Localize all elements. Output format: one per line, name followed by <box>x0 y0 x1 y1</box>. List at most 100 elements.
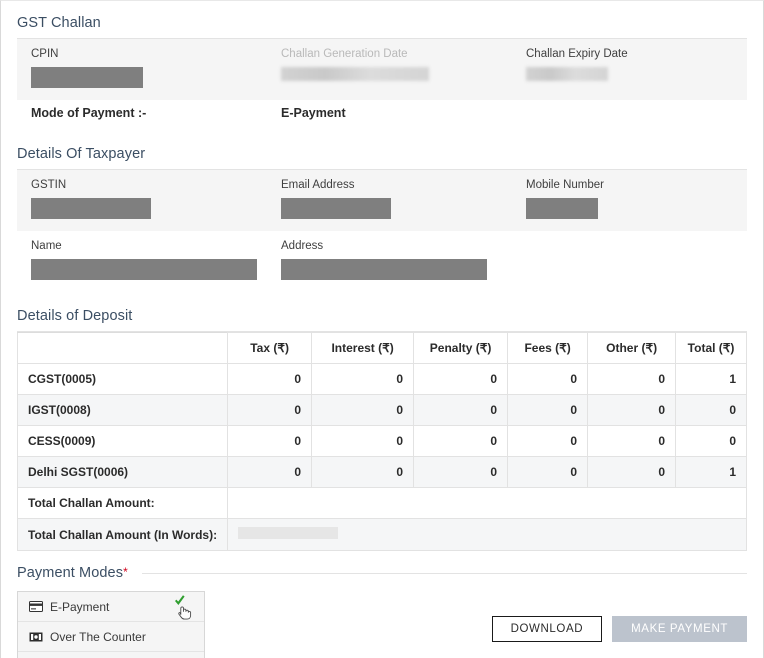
field-name: Name <box>17 240 267 280</box>
deposit-table: Tax (₹) Interest (₹) Penalty (₹) Fees (₹… <box>16 332 747 551</box>
credit-card-icon <box>28 601 43 613</box>
email-address-label: Email Address <box>281 179 355 191</box>
payment-mode-label: E-Payment <box>50 599 110 614</box>
total-challan-amount-words-label: Total Challan Amount (In Words): <box>16 518 229 551</box>
required-marker: * <box>123 565 128 579</box>
cell-cgst-total: 1 <box>675 363 747 395</box>
taxpayer-section-title: Details Of Taxpayer <box>17 132 747 170</box>
field-generation-date: Challan Generation Date <box>267 48 512 88</box>
row-label-cess: CESS(0009) <box>16 425 229 457</box>
payment-mode-neft-rtgs[interactable]: NEFT/RTGS <box>18 652 204 658</box>
field-expiry-date: Challan Expiry Date <box>512 48 628 88</box>
cell-igst-penalty: 0 <box>413 394 509 426</box>
cell-cess-tax: 0 <box>227 425 313 457</box>
table-row: IGST(0008) 0 0 0 0 0 0 <box>16 394 747 426</box>
table-row: CESS(0009) 0 0 0 0 0 0 <box>16 425 747 457</box>
cell-cess-other: 0 <box>587 425 677 457</box>
make-payment-button[interactable]: MAKE PAYMENT <box>612 616 747 642</box>
cell-igst-tax: 0 <box>227 394 313 426</box>
taxpayer-secondary-panel: Name Address <box>17 231 747 294</box>
cell-cgst-other: 0 <box>587 363 677 395</box>
table-header-row: Tax (₹) Interest (₹) Penalty (₹) Fees (₹… <box>16 332 747 364</box>
field-address: Address <box>267 240 487 280</box>
cell-cgst-interest: 0 <box>311 363 415 395</box>
cell-igst-other: 0 <box>587 394 677 426</box>
challan-generation-date-label: Challan Generation Date <box>281 48 408 60</box>
cell-delhi-sgst-other: 0 <box>587 456 677 488</box>
cpin-value-redacted <box>31 67 143 88</box>
selected-check-cursor <box>172 594 198 620</box>
cell-delhi-sgst-penalty: 0 <box>413 456 509 488</box>
table-row: CGST(0005) 0 0 0 0 0 1 <box>16 363 747 395</box>
words-value-redacted <box>238 527 339 539</box>
email-address-value-redacted <box>281 198 391 219</box>
name-label: Name <box>31 240 62 252</box>
gst-challan-page: GST Challan CPIN Challan Generation Date… <box>0 0 764 658</box>
total-challan-amount-value <box>227 487 747 519</box>
row-label-igst: IGST(0008) <box>16 394 229 426</box>
total-challan-amount-words-value <box>227 518 747 551</box>
field-cpin: CPIN <box>17 48 267 88</box>
column-header-fees: Fees (₹) <box>507 332 589 364</box>
gstin-value-redacted <box>31 198 151 219</box>
name-value-redacted <box>31 259 257 280</box>
mode-of-payment-label: Mode of Payment :- <box>31 106 147 120</box>
column-header-interest: Interest (₹) <box>311 332 415 364</box>
column-header-other: Other (₹) <box>587 332 677 364</box>
payment-mode-label: Over The Counter <box>50 629 146 644</box>
cpin-label: CPIN <box>31 48 59 60</box>
cell-cgst-fees: 0 <box>507 363 589 395</box>
mode-of-payment-row: Mode of Payment :- E-Payment <box>17 100 747 132</box>
field-mobile-number: Mobile Number <box>512 179 604 219</box>
challan-expiry-date-label: Challan Expiry Date <box>526 48 628 60</box>
column-header-penalty: Penalty (₹) <box>413 332 509 364</box>
column-header-blank <box>16 332 229 364</box>
payment-modes-title: Payment Modes* <box>17 565 128 581</box>
payment-modes-label: Payment Modes <box>17 565 124 581</box>
challan-generation-date-value-redacted <box>281 67 429 81</box>
cell-igst-total: 0 <box>675 394 747 426</box>
challan-expiry-date-value-redacted <box>526 67 608 81</box>
cell-cgst-tax: 0 <box>227 363 313 395</box>
cell-cess-total: 0 <box>675 425 747 457</box>
field-gstin: GSTIN <box>17 179 267 219</box>
download-button[interactable]: DOWNLOAD <box>491 616 603 642</box>
cell-cess-penalty: 0 <box>413 425 509 457</box>
mode-of-payment-value: E-Payment <box>281 106 346 120</box>
table-row: Delhi SGST(0006) 0 0 0 0 0 1 <box>16 456 747 488</box>
taxpayer-section: Details Of Taxpayer GSTIN Email Address … <box>1 132 763 294</box>
banknote-icon <box>28 631 43 643</box>
cell-delhi-sgst-total: 1 <box>675 456 747 488</box>
challan-info-panel: CPIN Challan Generation Date Challan Exp… <box>17 39 747 100</box>
deposit-section-title: Details of Deposit <box>17 294 747 332</box>
section-divider <box>141 572 747 574</box>
total-challan-amount-words-row: Total Challan Amount (In Words): <box>16 518 747 551</box>
action-buttons: DOWNLOAD MAKE PAYMENT <box>491 616 747 642</box>
address-label: Address <box>281 240 324 252</box>
challan-section: GST Challan CPIN Challan Generation Date… <box>1 1 763 132</box>
page-title: GST Challan <box>17 1 747 39</box>
payment-mode-e-payment[interactable]: E-Payment <box>18 592 204 622</box>
row-label-cgst: CGST(0005) <box>16 363 229 395</box>
cell-delhi-sgst-fees: 0 <box>507 456 589 488</box>
cell-cgst-penalty: 0 <box>413 363 509 395</box>
cell-cess-fees: 0 <box>507 425 589 457</box>
taxpayer-primary-panel: GSTIN Email Address Mobile Number <box>17 170 747 231</box>
cell-delhi-sgst-tax: 0 <box>227 456 313 488</box>
payment-mode-over-the-counter[interactable]: Over The Counter <box>18 622 204 652</box>
address-value-redacted <box>281 259 487 280</box>
cell-delhi-sgst-interest: 0 <box>311 456 415 488</box>
mobile-number-label: Mobile Number <box>526 179 604 191</box>
payment-modes-list[interactable]: E-Payment Over The Counter <box>17 591 205 658</box>
column-header-total: Total (₹) <box>675 332 747 364</box>
cell-igst-fees: 0 <box>507 394 589 426</box>
cell-igst-interest: 0 <box>311 394 415 426</box>
deposit-section: Details of Deposit Tax (₹) Interest (₹) … <box>1 294 763 551</box>
cell-cess-interest: 0 <box>311 425 415 457</box>
total-challan-amount-label: Total Challan Amount: <box>16 487 229 519</box>
field-email-address: Email Address <box>267 179 512 219</box>
total-challan-amount-row: Total Challan Amount: <box>16 487 747 519</box>
gstin-label: GSTIN <box>31 179 67 191</box>
mobile-number-value-redacted <box>526 198 598 219</box>
row-label-delhi-sgst: Delhi SGST(0006) <box>16 456 229 488</box>
